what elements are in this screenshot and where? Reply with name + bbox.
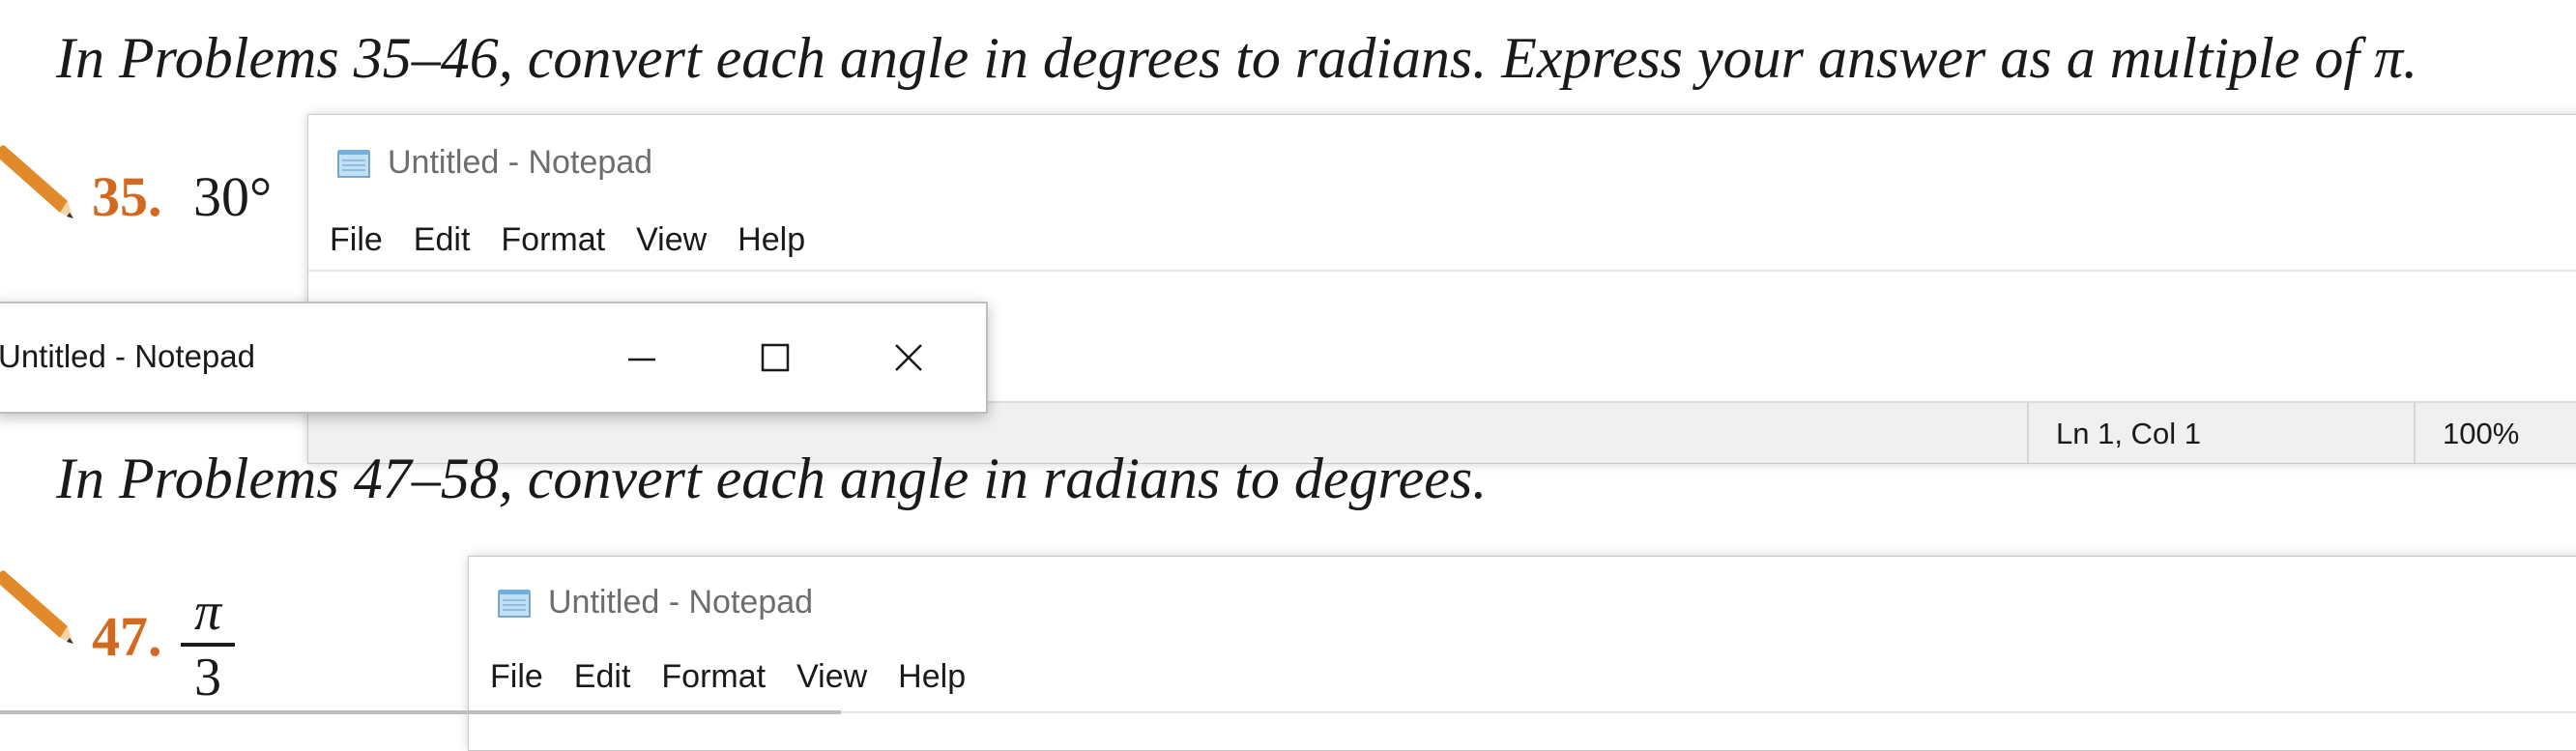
menu-view[interactable]: View <box>636 221 707 259</box>
taskbar-thumbnail-preview[interactable]: Untitled - Notepad <box>0 302 988 414</box>
menu-bar: File Edit Format View Help <box>330 221 836 259</box>
menu-bar: File Edit Format View Help <box>490 658 997 696</box>
minimize-icon[interactable] <box>613 329 671 387</box>
preview-title: Untitled - Notepad <box>0 338 255 374</box>
pencil-icon <box>0 570 73 644</box>
maximize-icon[interactable] <box>746 329 804 387</box>
window-title-bar[interactable]: Untitled - Notepad <box>498 584 813 621</box>
section-heading-radians-to-degrees: In Problems 47–58, convert each angle in… <box>56 447 1488 510</box>
menu-help[interactable]: Help <box>898 658 966 696</box>
pencil-icon <box>0 145 73 218</box>
menu-edit[interactable]: Edit <box>574 658 631 696</box>
problem-number: 35. <box>92 165 162 228</box>
window-title: Untitled - Notepad <box>388 144 653 181</box>
problem-number: 47. <box>92 605 162 668</box>
taskbar-thumbnail-preview-edge <box>0 710 841 714</box>
status-separator <box>2027 403 2029 463</box>
notepad-icon <box>498 589 531 618</box>
window-title-bar[interactable]: Untitled - Notepad <box>337 144 652 182</box>
menu-file[interactable]: File <box>330 221 383 259</box>
menu-edit[interactable]: Edit <box>414 221 471 259</box>
fraction: π 3 <box>179 585 237 705</box>
status-zoom: 100% <box>2443 417 2520 450</box>
notepad-window[interactable]: Untitled - Notepad File Edit Format View… <box>468 556 2576 751</box>
fraction-denominator: 3 <box>194 648 221 708</box>
status-line-column: Ln 1, Col 1 <box>2056 417 2201 450</box>
menu-format[interactable]: Format <box>661 658 766 696</box>
problem-value: 30° <box>193 165 273 228</box>
menu-format[interactable]: Format <box>501 221 605 259</box>
fraction-bar <box>181 643 235 647</box>
menu-view[interactable]: View <box>796 658 867 696</box>
status-separator <box>2414 403 2416 463</box>
menu-help[interactable]: Help <box>738 221 805 259</box>
menu-file[interactable]: File <box>490 658 543 696</box>
close-icon[interactable] <box>880 329 938 387</box>
window-title: Untitled - Notepad <box>548 584 814 621</box>
notepad-icon <box>337 149 370 178</box>
section-heading-degrees-to-radians: In Problems 35–46, convert each angle in… <box>56 26 2418 90</box>
fraction-numerator: π <box>193 582 222 642</box>
